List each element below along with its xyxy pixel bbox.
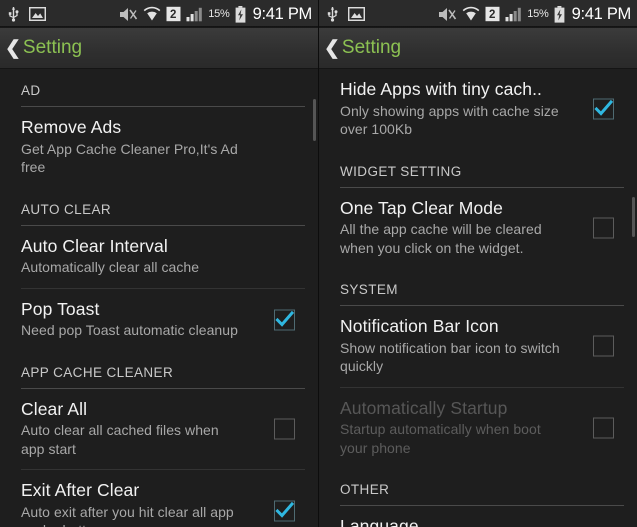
checkbox-checked[interactable] [593, 98, 614, 120]
usb-icon [7, 6, 20, 22]
battery-percent-label: 15% [208, 8, 230, 20]
section-header: SYSTEM [340, 282, 398, 298]
settings-row-subtitle: Need pop Toast automatic cleanup [21, 322, 238, 339]
signal-icon [505, 7, 522, 22]
section-header: OTHER [340, 482, 390, 498]
settings-row-title: Language [340, 516, 419, 527]
clock-label: 9:41 PM [571, 4, 632, 23]
page-title: Setting [22, 37, 83, 58]
settings-row[interactable]: Clear All Auto clear all cached files whe… [21, 389, 305, 470]
settings-row-title: One Tap Clear Mode [340, 197, 503, 218]
status-bar-bottom-shadow [0, 26, 318, 28]
settings-row-subtitle: Auto exit after you hit clear all app ca… [21, 504, 234, 527]
section-header: AUTO CLEAR [21, 201, 112, 217]
settings-row-subtitle: All the app cache will be cleared when y… [340, 221, 542, 256]
back-icon[interactable]: ❮ [324, 39, 340, 58]
checkbox-checked[interactable] [274, 500, 295, 522]
clock-label: 9:41 PM [252, 4, 313, 23]
status-bar-right: 2 15% 9:41 PM [319, 0, 637, 28]
settings-row-subtitle: Auto clear all cached files when app sta… [21, 422, 219, 457]
settings-row[interactable]: LanguageChange the language of this app [340, 506, 624, 527]
settings-row[interactable]: Pop Toast Need pop Toast automatic cleanu… [21, 287, 305, 351]
settings-row-title: Pop Toast [21, 298, 100, 319]
mute-icon [438, 6, 457, 23]
scrollbar-left[interactable] [313, 99, 316, 141]
wifi-icon [143, 6, 161, 22]
sim-2-icon: 2 [485, 6, 500, 22]
checkbox-checked[interactable] [274, 309, 295, 331]
settings-row[interactable]: Auto Clear Interval Automatically clear a… [21, 226, 305, 288]
settings-row[interactable]: Exit After Clear Auto exit after you hit … [21, 469, 305, 527]
section-header: AD [21, 83, 41, 98]
settings-row[interactable]: One Tap Clear Mode All the app cache will… [340, 188, 624, 269]
checkbox-unchecked[interactable] [593, 335, 614, 357]
settings-row[interactable]: Remove Ads Get App Cache Cleaner Pro,It's… [21, 107, 305, 188]
mute-icon [119, 6, 138, 23]
section-header: WIDGET SETTING [340, 163, 462, 179]
settings-row-subtitle: Only showing apps with cache size over 1… [340, 102, 559, 138]
settings-row-subtitle: Startup automatically when boot your pho… [340, 421, 541, 456]
settings-row-title: Automatically Startup [340, 397, 508, 418]
dual-screenshot-container: 2 15% 9:41 PM ❮ Setting AD Remove Ads Ge… [0, 0, 637, 527]
settings-row-title: Exit After Clear [21, 480, 140, 501]
battery-percent-label: 15% [527, 8, 549, 20]
settings-row-subtitle: Show notification bar icon to switch qui… [340, 339, 560, 375]
battery-charging-icon [554, 5, 565, 23]
usb-icon [326, 6, 339, 22]
back-icon[interactable]: ❮ [5, 39, 21, 58]
action-bar-left: ❮ Setting [0, 28, 318, 69]
right-phone-panel: 2 15% 9:41 PM ❮ Setting Hide Apps with t… [318, 0, 637, 527]
image-icon [29, 7, 46, 21]
section-header: APP CACHE CLEANER [21, 364, 174, 380]
settings-row-title: Remove Ads [21, 117, 122, 137]
checkbox-unchecked[interactable] [593, 417, 614, 439]
status-bar-right-right-icons: 2 15% 9:41 PM [438, 0, 631, 28]
svg-text:2: 2 [170, 9, 176, 21]
status-bar-left-icons [7, 6, 46, 22]
settings-row-title: Notification Bar Icon [340, 316, 499, 337]
checkbox-unchecked[interactable] [593, 217, 614, 239]
status-bar-right-left-icons [326, 6, 365, 22]
settings-row-title: Auto Clear Interval [21, 235, 168, 256]
status-bar-bottom-shadow [319, 26, 637, 28]
settings-list-right[interactable]: Hide Apps with tiny cach.. Only showing a… [319, 69, 637, 527]
status-bar-left: 2 15% 9:41 PM [0, 0, 318, 28]
image-icon [348, 7, 365, 21]
action-bar-right: ❮ Setting [319, 28, 637, 69]
settings-row-title: Hide Apps with tiny cach.. [340, 79, 543, 99]
scrollbar-right[interactable] [632, 197, 635, 237]
settings-row-subtitle: Automatically clear all cache [21, 259, 200, 276]
wifi-icon [462, 6, 480, 22]
settings-row[interactable]: Hide Apps with tiny cach.. Only showing a… [340, 69, 624, 150]
settings-row[interactable]: Automatically Startup Startup automatical… [340, 386, 624, 469]
left-phone-panel: 2 15% 9:41 PM ❮ Setting AD Remove Ads Ge… [0, 0, 318, 527]
settings-row[interactable]: Notification Bar Icon Show notification b… [340, 306, 624, 387]
checkbox-unchecked[interactable] [274, 418, 295, 440]
page-title: Setting [341, 37, 402, 58]
settings-row-subtitle: Get App Cache Cleaner Pro,It's Ad free [21, 140, 238, 176]
svg-text:2: 2 [489, 9, 495, 21]
status-bar-right-icons: 2 15% 9:41 PM [119, 0, 312, 28]
settings-list-left[interactable]: AD Remove Ads Get App Cache Cleaner Pro,It… [0, 69, 318, 527]
signal-icon [186, 7, 203, 22]
battery-charging-icon [235, 5, 246, 23]
sim-2-icon: 2 [166, 6, 181, 22]
settings-row-title: Clear All [21, 398, 88, 419]
